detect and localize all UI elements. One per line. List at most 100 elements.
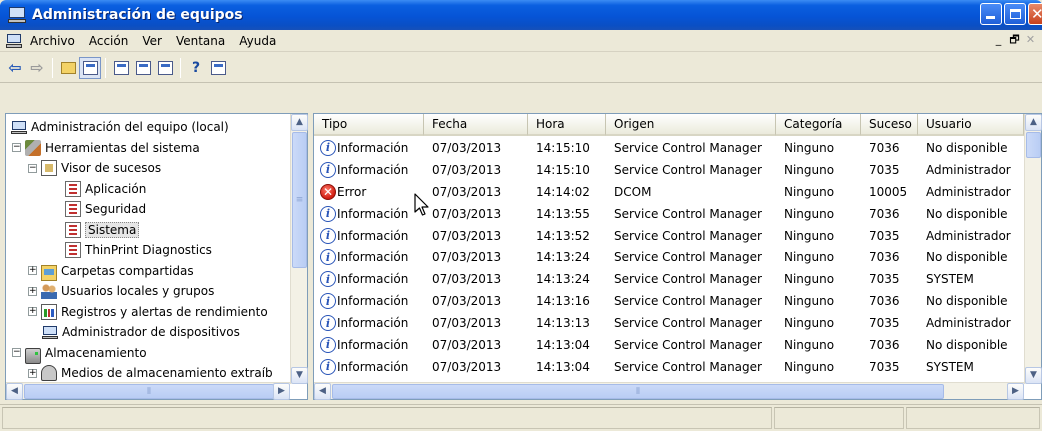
menu-ayuda[interactable]: Ayuda: [239, 34, 276, 48]
list-scroll-thumb[interactable]: [1026, 132, 1041, 158]
back-button[interactable]: ⇦: [4, 57, 26, 79]
tree-scroll-left-button[interactable]: ◀: [6, 383, 23, 400]
col-fecha-header[interactable]: Fecha: [424, 114, 528, 136]
title-bar[interactable]: Administración de equipos ✕: [0, 0, 1042, 30]
tree-item[interactable]: − Herramientas del sistema: [12, 138, 200, 158]
menu-accion[interactable]: Acción: [89, 34, 128, 48]
collapse-icon[interactable]: −: [12, 348, 21, 357]
tree-scroll-down-button[interactable]: ▼: [291, 367, 308, 384]
child-minimize-button[interactable]: _: [991, 33, 1006, 47]
tree-item-label: Administrador de dispositivos: [62, 325, 240, 339]
col-suceso-header[interactable]: Suceso: [861, 114, 918, 136]
export-list-button[interactable]: [154, 57, 176, 79]
close-button[interactable]: ✕: [1028, 3, 1042, 25]
tree-scroll-h-thumb[interactable]: ⦀: [24, 384, 274, 399]
table-row[interactable]: i Información 07/03/2013 14:15:10 Service Co…: [314, 159, 1024, 181]
table-row[interactable]: i Información 07/03/2013 14:13:52 Service Co…: [314, 225, 1024, 247]
up-level-button[interactable]: [57, 57, 79, 79]
status-bar: [0, 404, 1042, 431]
export-list-icon: [157, 60, 173, 75]
tree-item-label: Medios de almacenamiento extraíb: [61, 366, 273, 380]
col-usuario-cell: No disponible: [926, 337, 1008, 352]
tree-item[interactable]: + Carpetas compartidas: [28, 261, 194, 281]
tree-item[interactable]: Administración del equipo (local): [11, 117, 229, 137]
table-row[interactable]: i Información 07/03/2013 14:13:13 Service Co…: [314, 312, 1024, 334]
col-fecha-cell: 07/03/2013: [432, 337, 502, 352]
tree-scroll-up-button[interactable]: ▲: [291, 114, 308, 131]
minimize-button[interactable]: [980, 3, 1002, 25]
expand-icon[interactable]: +: [28, 266, 37, 275]
event-log-icon: [65, 201, 81, 217]
console-menu-icon[interactable]: [6, 33, 22, 48]
table-row[interactable]: i Información 07/03/2013 14:15:10 Service Co…: [314, 137, 1024, 159]
event-viewer-icon: [41, 160, 57, 176]
collapse-icon[interactable]: −: [12, 143, 21, 152]
tree-scroll-right-button[interactable]: ▶: [273, 383, 290, 400]
list-horizontal-scrollbar[interactable]: ◀ ⦀ ▶: [314, 382, 1024, 400]
show-hide-action-pane-button[interactable]: [207, 57, 229, 79]
col-origen-cell: Service Control Manager: [614, 228, 762, 243]
tree-scroll-thumb[interactable]: ≡: [292, 132, 307, 268]
col-hora-header[interactable]: Hora: [528, 114, 606, 136]
tree-item[interactable]: Administrador de dispositivos: [42, 322, 240, 342]
tree-item[interactable]: − Almacenamiento: [12, 343, 147, 364]
tree-item[interactable]: + Registros y alertas de rendimiento: [28, 302, 268, 322]
properties-button[interactable]: [110, 57, 132, 79]
col-usuario-cell: Administrador: [926, 316, 1011, 331]
col-tipo-cell: i Información: [314, 139, 424, 156]
table-row[interactable]: i Información 07/03/2013 14:13:24 Service Co…: [314, 268, 1024, 290]
help-button[interactable]: ?: [185, 57, 207, 79]
expand-icon[interactable]: +: [28, 368, 37, 378]
menu-archivo[interactable]: Archivo: [30, 34, 75, 48]
col-origen-cell: Service Control Manager: [614, 316, 762, 331]
event-log-icon: [65, 242, 81, 258]
tree-item[interactable]: Seguridad: [65, 199, 146, 219]
table-row[interactable]: i Información 07/03/2013 14:13:04 Service Co…: [314, 356, 1024, 378]
expand-icon[interactable]: +: [28, 307, 37, 316]
toolbar: ⇦ ⇨ ?: [0, 53, 1042, 83]
collapse-icon[interactable]: −: [28, 163, 37, 173]
list-scroll-down-button[interactable]: ▼: [1025, 367, 1042, 384]
list-scroll-up-button[interactable]: ▲: [1025, 114, 1042, 131]
menu-ventana[interactable]: Ventana: [176, 34, 225, 48]
tree-item[interactable]: ThinPrint Diagnostics: [65, 240, 212, 260]
tree-item[interactable]: Aplicación: [65, 179, 146, 199]
refresh-button[interactable]: [132, 57, 154, 79]
expand-icon[interactable]: +: [28, 286, 37, 296]
col-categoria-header[interactable]: Categoría: [776, 114, 861, 136]
tree-vertical-scrollbar[interactable]: ▲ ≡ ▼: [290, 114, 308, 384]
col-suceso-cell: 7035: [869, 359, 900, 374]
list-scroll-left-button[interactable]: ◀: [314, 383, 331, 400]
tree-horizontal-scrollbar[interactable]: ◀ ⦀ ▶: [6, 382, 290, 400]
table-row[interactable]: i Información 07/03/2013 14:13:04 Service Co…: [314, 334, 1024, 356]
col-suceso-cell: 7036: [869, 206, 900, 221]
col-categoria-cell: Ninguno: [784, 206, 835, 221]
list-scroll-h-thumb[interactable]: ⦀: [332, 384, 944, 399]
list-vertical-scrollbar[interactable]: ▲ ▼: [1024, 114, 1042, 384]
menu-ver[interactable]: Ver: [142, 34, 162, 48]
list-scroll-right-button[interactable]: ▶: [1007, 383, 1024, 400]
tree-item[interactable]: + Medios de almacenamiento extraíb: [28, 363, 273, 383]
status-pane-3: [906, 407, 1040, 429]
maximize-button[interactable]: [1004, 3, 1026, 25]
show-hide-tree-button[interactable]: [79, 56, 101, 79]
child-restore-button[interactable]: 🗗: [1007, 33, 1022, 47]
tree-item[interactable]: + Usuarios locales y grupos: [28, 281, 214, 301]
col-tipo-cell: i Información: [314, 293, 424, 310]
information-icon: i: [320, 139, 336, 156]
table-row[interactable]: i Información 07/03/2013 14:13:24 Service Co…: [314, 246, 1024, 268]
tree-item[interactable]: − Visor de sucesos: [28, 158, 161, 178]
event-type-label: Información: [337, 228, 409, 243]
tree-item-label: Aplicación: [85, 181, 147, 196]
event-list[interactable]: Tipo Fecha Hora Origen Categoría Suceso Usuari…: [313, 113, 1042, 400]
console-tree[interactable]: Administración del equipo (local) − Herram…: [5, 113, 308, 400]
tree-item[interactable]: Sistema: [65, 220, 140, 240]
table-row[interactable]: i Información 07/03/2013 14:13:16 Service Co…: [314, 290, 1024, 312]
forward-button[interactable]: ⇨: [26, 57, 48, 79]
col-categoria-cell: Ninguno: [784, 184, 835, 199]
col-usuario-header[interactable]: Usuario: [918, 114, 1024, 136]
child-close-button[interactable]: ✕: [1023, 33, 1038, 47]
col-tipo-header[interactable]: Tipo: [314, 114, 424, 136]
col-origen-header[interactable]: Origen: [606, 114, 776, 136]
information-icon: i: [320, 161, 336, 178]
